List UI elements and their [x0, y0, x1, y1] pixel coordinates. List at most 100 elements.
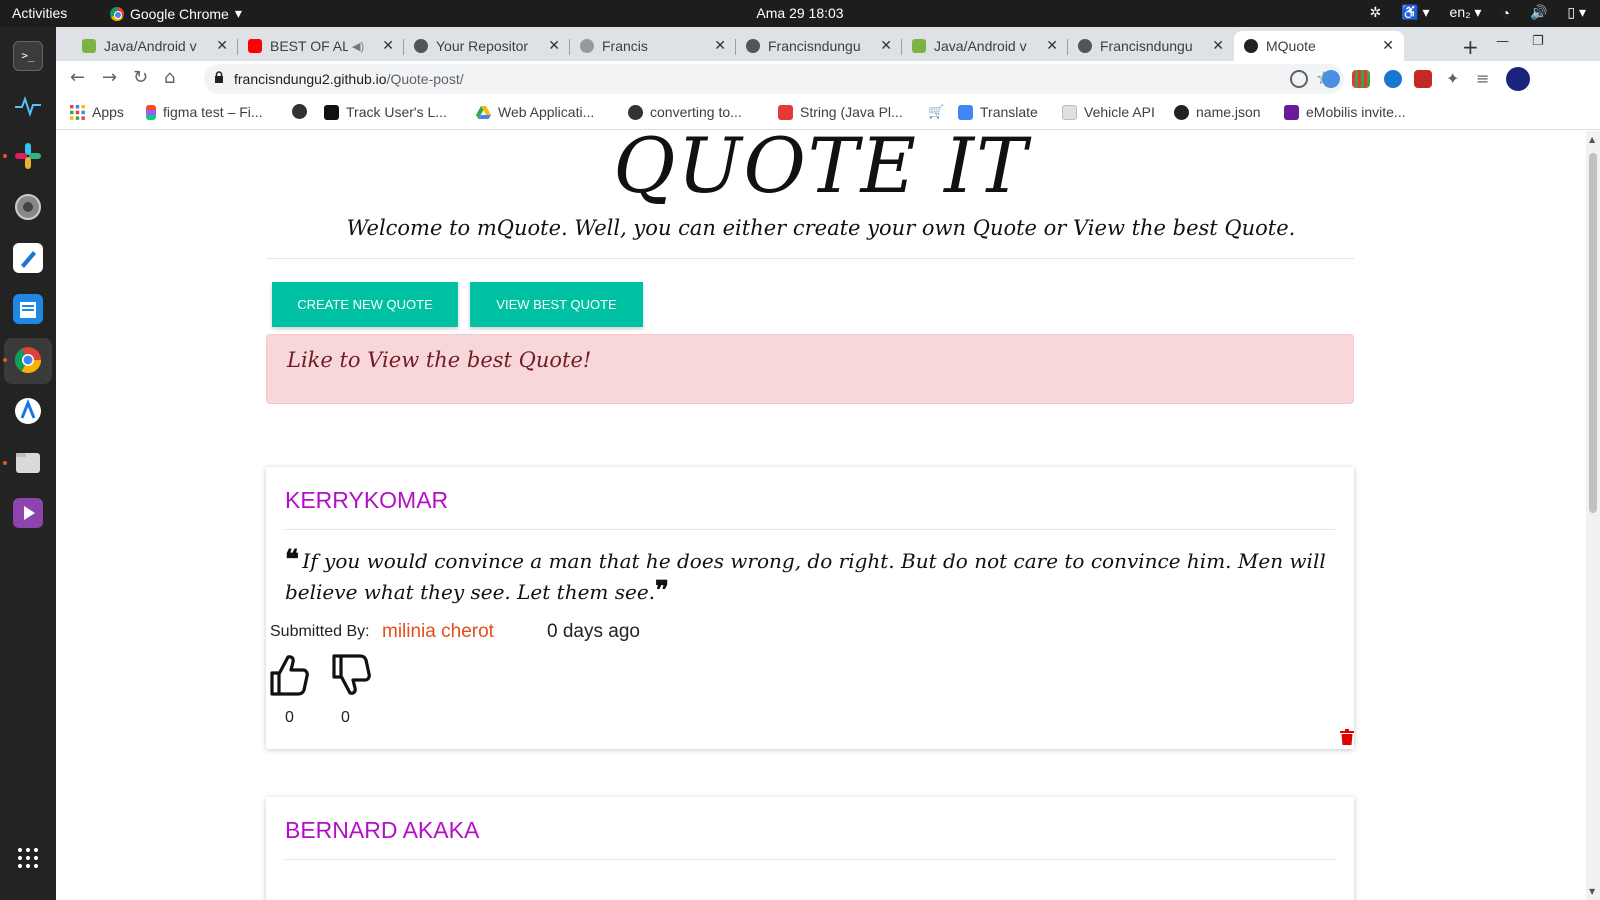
- bookmark-name-json[interactable]: name.json: [1174, 104, 1261, 120]
- back-button[interactable]: ←: [70, 67, 85, 88]
- show-apps-icon[interactable]: [13, 843, 43, 873]
- figma-icon: [146, 104, 156, 120]
- settings-icon[interactable]: [13, 192, 43, 222]
- page-scrollbar[interactable]: ▲ ▼: [1586, 131, 1600, 900]
- bookmark-track-user[interactable]: Track User's L...: [324, 104, 447, 120]
- wifi-icon: ◔: [1501, 4, 1510, 21]
- system-tray[interactable]: ✲ ♿ ▾ en₂ ▾ ◔ 🔊 ▯ ▾: [1369, 4, 1586, 21]
- close-icon[interactable]: ✕: [216, 37, 228, 54]
- close-icon[interactable]: ✕: [382, 37, 394, 54]
- chrome-icon: [110, 6, 124, 21]
- minimize-button[interactable]: —: [1496, 34, 1509, 49]
- bookmark-apps[interactable]: Apps: [70, 104, 124, 120]
- welcome-text: Welcome to mQuote. Well, you can either …: [346, 216, 1296, 240]
- tab-strip: Java/Android v ✕ BEST OF AL ◀) ✕ Your Re…: [56, 27, 1600, 61]
- new-tab-button[interactable]: +: [1462, 35, 1479, 59]
- bookmark-web-applications[interactable]: Web Applicati...: [476, 104, 594, 120]
- tab-francis[interactable]: Francis ✕: [570, 31, 736, 61]
- media-icon[interactable]: ≡: [1476, 70, 1494, 88]
- github-icon: [1174, 104, 1189, 120]
- loading-icon: [580, 39, 594, 53]
- activities-button[interactable]: Activities: [12, 5, 67, 21]
- info-alert: Like to View the best Quote!: [266, 334, 1354, 404]
- bookmark-vehicle-api[interactable]: Vehicle API: [1062, 104, 1155, 120]
- extension-icon[interactable]: [1322, 70, 1340, 88]
- extension-icon[interactable]: [1352, 70, 1370, 88]
- close-icon[interactable]: ✕: [1212, 37, 1224, 54]
- forward-button[interactable]: →: [102, 67, 117, 88]
- app-menu[interactable]: Google Chrome ▾: [110, 5, 242, 22]
- scrollbar-thumb[interactable]: [1589, 153, 1597, 513]
- bookmark-converting[interactable]: converting to...: [628, 104, 742, 120]
- tab-francisndungu-2[interactable]: Francisndungu ✕: [1068, 31, 1234, 61]
- browser-toolbar: ← → ↻ ⌂ francisndungu2.github.io/Quote-p…: [56, 61, 1600, 97]
- android-studio-icon[interactable]: [13, 396, 43, 426]
- extension-icon[interactable]: [1414, 70, 1432, 88]
- view-best-quote-button[interactable]: VIEW BEST QUOTE: [470, 282, 643, 327]
- accessibility-icon[interactable]: ♿ ▾: [1401, 4, 1429, 21]
- bookmark-translate[interactable]: Translate: [958, 104, 1038, 120]
- close-icon[interactable]: ✕: [880, 37, 892, 54]
- quote-card: KERRYKOMAR ❝ If you would convince a man…: [266, 467, 1354, 749]
- tab-java-android-1[interactable]: Java/Android v ✕: [72, 31, 238, 61]
- tab-francisndungu-1[interactable]: Francisndungu ✕: [736, 31, 902, 61]
- bookmark-string-java[interactable]: String (Java Pl...: [778, 104, 903, 120]
- close-icon[interactable]: ✕: [548, 37, 560, 54]
- puzzle-icon[interactable]: ✦: [1446, 70, 1464, 88]
- extension-icon[interactable]: [1290, 70, 1308, 88]
- volume-icon: 🔊: [1529, 4, 1548, 20]
- submitted-by-label: Submitted By:: [270, 623, 370, 640]
- language-indicator[interactable]: en₂ ▾: [1450, 4, 1482, 21]
- bookmark-cart[interactable]: 🛒: [928, 104, 944, 120]
- lock-icon[interactable]: [214, 71, 224, 84]
- system-monitor-icon[interactable]: [13, 91, 43, 121]
- thumbs-up-icon[interactable]: [269, 653, 309, 697]
- github-icon: [414, 39, 428, 53]
- card-divider: [285, 859, 1335, 860]
- restore-button[interactable]: ❐: [1532, 34, 1544, 49]
- video-player-icon[interactable]: [13, 498, 43, 528]
- apps-grid-icon: [70, 104, 85, 120]
- tab-mquote[interactable]: MQuote ✕: [1234, 31, 1404, 61]
- github-icon: [746, 39, 760, 53]
- close-icon[interactable]: ✕: [1046, 37, 1058, 54]
- reload-button[interactable]: ↻: [133, 67, 148, 88]
- text-editor-icon[interactable]: [13, 243, 43, 273]
- extension-icon[interactable]: [1384, 70, 1402, 88]
- thumbs-down-icon[interactable]: [331, 653, 371, 697]
- files-icon[interactable]: [13, 447, 43, 477]
- github-icon: [1078, 39, 1092, 53]
- terminal-icon[interactable]: >_: [13, 41, 43, 71]
- drive-icon: [476, 105, 491, 119]
- bookmark-emobilis[interactable]: eMobilis invite...: [1284, 104, 1406, 120]
- running-indicator: [3, 358, 7, 362]
- scroll-up-icon[interactable]: ▲: [1589, 135, 1595, 144]
- brand-title: QUOTE IT: [613, 131, 1029, 210]
- profile-avatar[interactable]: [1506, 67, 1530, 91]
- tab-best-of-all[interactable]: BEST OF AL ◀) ✕: [238, 31, 404, 61]
- url-text[interactable]: francisndungu2.github.io/Quote-post/: [234, 71, 464, 87]
- time-ago: 0 days ago: [547, 621, 640, 642]
- tab-your-repositories[interactable]: Your Repositor ✕: [404, 31, 570, 61]
- battery-icon: ▯ ▾: [1567, 4, 1586, 20]
- home-button[interactable]: ⌂: [164, 67, 175, 88]
- close-icon[interactable]: ✕: [714, 37, 726, 54]
- delete-icon[interactable]: [1340, 729, 1354, 745]
- scroll-down-icon[interactable]: ▼: [1589, 887, 1595, 896]
- running-indicator: [3, 461, 7, 465]
- speaker-icon[interactable]: ◀): [352, 40, 364, 53]
- bookmark-figma[interactable]: figma test – Fi...: [146, 104, 263, 120]
- slack-icon[interactable]: [13, 141, 43, 171]
- youtube-icon: [248, 39, 262, 53]
- close-icon[interactable]: ✕: [1382, 37, 1394, 54]
- address-bar[interactable]: francisndungu2.github.io/Quote-post/ ☆: [204, 64, 1344, 94]
- bookmark-globe[interactable]: [292, 104, 307, 119]
- slack-tray-icon[interactable]: ✲: [1369, 4, 1381, 21]
- tab-favicon: [82, 39, 96, 53]
- create-new-quote-button[interactable]: CREATE NEW QUOTE: [272, 282, 458, 327]
- tab-java-android-2[interactable]: Java/Android v ✕: [902, 31, 1068, 61]
- dock: >_: [0, 27, 56, 900]
- chrome-dock-icon[interactable]: [13, 345, 43, 375]
- writer-icon[interactable]: [13, 294, 43, 324]
- quote-close-icon: ❞: [655, 576, 669, 606]
